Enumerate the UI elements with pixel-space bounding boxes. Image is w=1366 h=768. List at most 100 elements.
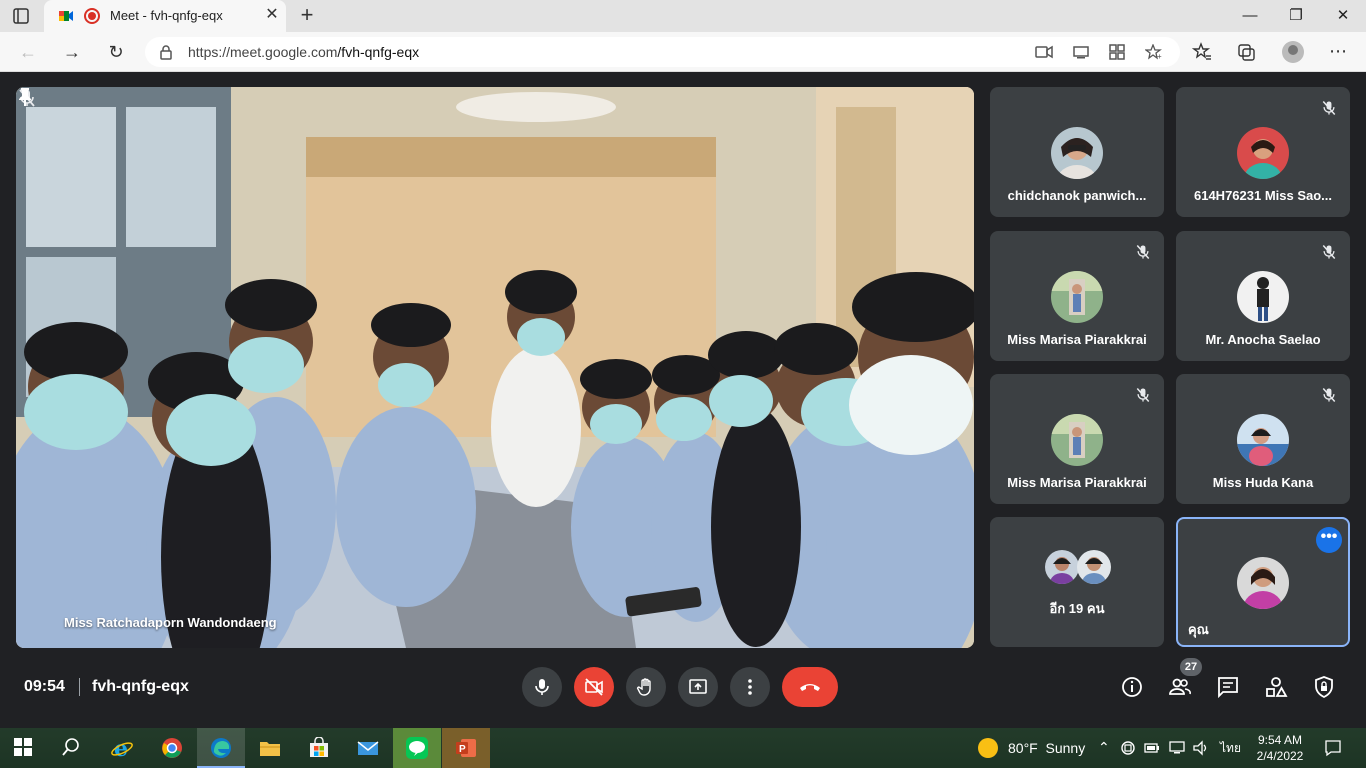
clock-date: 2/4/2022	[1256, 749, 1304, 763]
taskbar-mail[interactable]	[344, 728, 392, 768]
avatar	[1051, 271, 1103, 323]
volume-icon[interactable]	[1192, 740, 1210, 756]
system-clock[interactable]: 9:54 AM 2/4/2022	[1250, 732, 1310, 764]
mic-off-icon	[1136, 244, 1150, 260]
weather-text[interactable]: 80°F Sunny	[1008, 740, 1085, 756]
avatar	[1051, 127, 1103, 179]
input-language[interactable]: ไทย	[1220, 739, 1241, 758]
svg-text:+: +	[1157, 52, 1162, 60]
host-controls-icon[interactable]	[1312, 675, 1336, 699]
mic-off-icon	[1322, 244, 1336, 260]
search-button[interactable]	[48, 728, 96, 768]
taskbar-powerpoint[interactable]: P	[442, 728, 490, 768]
mic-icon	[535, 679, 549, 695]
self-tile[interactable]: ••• คุณ	[1176, 517, 1350, 647]
back-icon[interactable]: ←	[17, 41, 39, 63]
refresh-icon[interactable]: ↻	[105, 41, 127, 63]
avatar	[1237, 127, 1289, 179]
forward-icon[interactable]: →	[61, 41, 83, 63]
tab-title: Meet - fvh-qnfg-eqx	[110, 8, 223, 23]
main-speaker-name: Miss Ratchadaporn Wandondaeng	[64, 615, 277, 630]
tray-chevron-icon[interactable]: ⌃	[1098, 739, 1110, 756]
more-menu-icon[interactable]: ⋯	[1327, 40, 1349, 62]
participant-tile[interactable]: 614H76231 Miss Sao...	[1176, 87, 1350, 217]
more-vert-icon	[748, 679, 752, 695]
lock-icon[interactable]	[159, 44, 173, 60]
recording-indicator-icon	[84, 8, 100, 24]
mic-off-icon	[1136, 387, 1150, 403]
browser-tab[interactable]: Meet - fvh-qnfg-eqx ✕	[44, 0, 286, 32]
meeting-details-icon[interactable]	[1120, 675, 1144, 699]
present-screen-button[interactable]	[678, 667, 718, 707]
favorites-icon[interactable]	[1192, 42, 1212, 62]
taskbar-file-explorer[interactable]	[246, 728, 294, 768]
participant-tile[interactable]: Miss Marisa Piarakkrai	[990, 374, 1164, 504]
apps-icon[interactable]	[1108, 44, 1126, 60]
url-text[interactable]: https://meet.google.com/fvh-qnfg-eqx	[188, 44, 419, 60]
raise-hand-button[interactable]	[626, 667, 666, 707]
taskbar-chrome[interactable]	[148, 728, 196, 768]
participant-tile[interactable]: chidchanok panwich...	[990, 87, 1164, 217]
hang-up-icon	[800, 684, 820, 691]
participant-count-badge: 27	[1180, 658, 1202, 676]
battery-icon[interactable]	[1144, 740, 1160, 756]
participant-tile[interactable]: Miss Huda Kana	[1176, 374, 1350, 504]
address-bar[interactable]: https://meet.google.com/fvh-qnfg-eqx +	[145, 37, 1180, 67]
taskbar-edge[interactable]	[197, 728, 245, 768]
participant-tile[interactable]: Mr. Anocha Saelao	[1176, 231, 1350, 361]
add-favorite-icon[interactable]: +	[1145, 44, 1163, 60]
camera-permission-icon[interactable]	[1035, 44, 1053, 60]
participant-tile[interactable]: Miss Marisa Piarakkrai	[990, 231, 1164, 361]
start-button[interactable]	[0, 728, 48, 768]
microphone-button[interactable]	[522, 667, 562, 707]
network-icon[interactable]	[1168, 740, 1186, 756]
browser-toolbar: ← → ↻ https://meet.google.com/fvh-qnfg-e…	[0, 32, 1366, 72]
taskbar-store[interactable]	[295, 728, 343, 768]
clock-time: 9:54 AM	[1257, 733, 1303, 747]
leave-call-button[interactable]	[782, 667, 838, 707]
new-tab-icon[interactable]: +	[296, 4, 318, 26]
participant-name: Mr. Anocha Saelao	[1205, 332, 1321, 347]
avatar	[1237, 557, 1289, 609]
taskbar-ie[interactable]: e	[98, 728, 146, 768]
restore-icon[interactable]: ❐	[1286, 6, 1306, 26]
divider	[79, 678, 80, 696]
meeting-code: fvh-qnfg-eqx	[92, 678, 189, 695]
svg-text:P: P	[459, 744, 466, 755]
url-host: https://meet.google.com	[188, 44, 338, 60]
minimize-icon[interactable]: —	[1240, 6, 1260, 26]
line-app-icon	[406, 737, 428, 759]
camera-toggle-button[interactable]	[574, 667, 614, 707]
weather-sun-icon[interactable]	[978, 738, 998, 758]
hand-icon	[636, 678, 651, 696]
activities-icon[interactable]	[1264, 675, 1288, 699]
avatar	[1045, 550, 1079, 584]
chrome-icon	[162, 738, 182, 758]
people-icon[interactable]	[1168, 675, 1192, 699]
chat-icon[interactable]	[1216, 675, 1240, 699]
self-label: คุณ	[1188, 622, 1209, 637]
avatar	[1237, 271, 1289, 323]
close-window-icon[interactable]: ✕	[1333, 6, 1353, 26]
tile-more-options-button[interactable]: •••	[1316, 527, 1342, 553]
participant-name: Miss Marisa Piarakkrai	[1007, 332, 1147, 347]
profile-avatar[interactable]	[1282, 41, 1304, 63]
notifications-icon[interactable]	[1324, 739, 1342, 757]
others-tile[interactable]: อีก 19 คน	[990, 517, 1164, 647]
tab-actions-icon[interactable]	[12, 7, 30, 25]
participant-name: 614H76231 Miss Sao...	[1193, 188, 1333, 203]
collections-icon[interactable]	[1236, 42, 1256, 62]
taskbar-line[interactable]	[393, 728, 441, 768]
more-options-button[interactable]	[730, 667, 770, 707]
meet-favicon-icon	[59, 11, 73, 21]
cast-icon[interactable]	[1072, 44, 1090, 60]
main-speaker-video: Miss Ratchadaporn Wandondaeng	[16, 87, 974, 648]
browser-tab-bar: Meet - fvh-qnfg-eqx ✕ + — ❐ ✕	[0, 0, 1366, 32]
meet-stage: Miss Ratchadaporn Wandondaeng chidchanok…	[0, 72, 1366, 728]
meet-tray-icon[interactable]	[1120, 740, 1136, 756]
tab-close-icon[interactable]: ✕	[263, 6, 281, 24]
participant-name: chidchanok panwich...	[1007, 188, 1147, 203]
pin-icon[interactable]	[16, 87, 34, 107]
internet-explorer-icon: e	[111, 737, 133, 759]
participant-name: Miss Huda Kana	[1212, 475, 1314, 490]
